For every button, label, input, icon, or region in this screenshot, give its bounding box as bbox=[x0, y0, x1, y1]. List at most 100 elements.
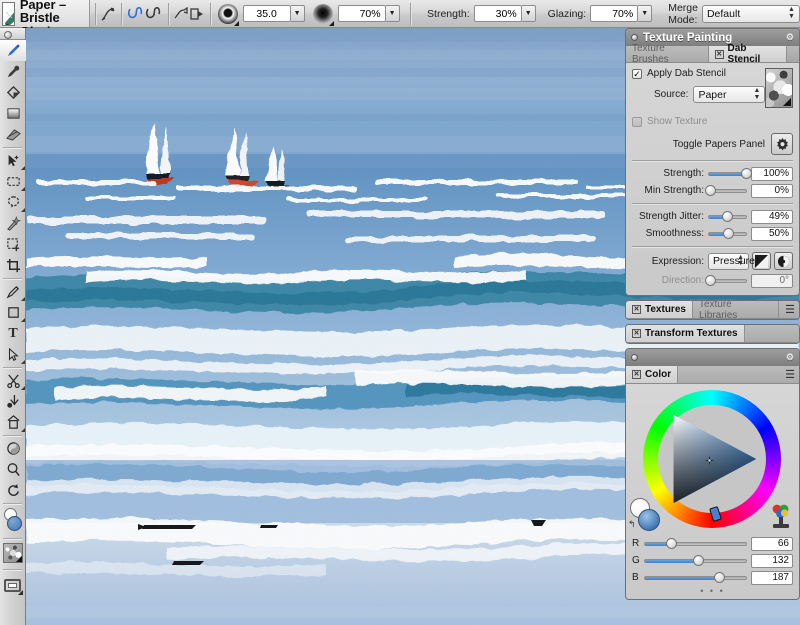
toolbox-grip[interactable] bbox=[0, 28, 25, 40]
brush-opacity-icon[interactable] bbox=[312, 3, 334, 26]
tool-add-point[interactable] bbox=[0, 391, 26, 412]
apply-dab-stencil-checkbox[interactable]: ✓ bbox=[632, 68, 642, 79]
tool-rectangular-selection[interactable] bbox=[0, 171, 26, 192]
chevron-down-icon[interactable]: ▼ bbox=[290, 5, 305, 22]
tool-dropper[interactable] bbox=[0, 61, 26, 82]
dropper-stroke-icon[interactable] bbox=[100, 3, 116, 25]
chevron-down-icon-3[interactable]: ▼ bbox=[521, 5, 536, 22]
strength-field[interactable]: 30% ▼ bbox=[473, 5, 536, 22]
brush-size-icon[interactable] bbox=[217, 3, 239, 26]
brush-opacity-field[interactable]: 70% ▼ bbox=[337, 5, 400, 22]
close-icon-4[interactable]: ✕ bbox=[632, 370, 641, 379]
grab-stroke-icon[interactable] bbox=[173, 3, 189, 25]
tool-magic-wand[interactable] bbox=[0, 213, 26, 234]
tab-color[interactable]: ✕ Color bbox=[626, 366, 679, 383]
tool-rotate-page[interactable] bbox=[0, 480, 26, 501]
brush-size-field[interactable]: 35.0 ▼ bbox=[242, 5, 305, 22]
palette-resize-grip[interactable]: • • • bbox=[632, 587, 793, 596]
tab-transform-textures[interactable]: ✕ Transform Textures bbox=[626, 325, 745, 342]
panel-gear-icon-2[interactable]: ⚙ bbox=[786, 352, 794, 363]
show-texture-checkbox[interactable]: ✓ bbox=[632, 116, 642, 127]
tool-eraser[interactable] bbox=[0, 124, 26, 145]
tool-shape-selection[interactable] bbox=[0, 344, 26, 365]
brush-selector[interactable]: Dab Stencils Paper – Bristle Glazing bbox=[0, 0, 90, 38]
glazing-value[interactable]: 70% bbox=[590, 5, 639, 22]
chevron-down-icon-4[interactable]: ▼ bbox=[638, 5, 653, 22]
swap-colors-icon[interactable]: ↰ bbox=[628, 519, 636, 530]
strength-value[interactable]: 30% bbox=[473, 5, 522, 22]
slider-blue[interactable]: B 187 bbox=[632, 570, 793, 585]
tool-gradient[interactable] bbox=[0, 103, 26, 124]
slider-red[interactable]: R 66 bbox=[632, 536, 793, 551]
tool-shape[interactable] bbox=[0, 302, 26, 323]
palette-menu-icon-2[interactable]: ☰ bbox=[785, 368, 795, 381]
slider-strength-track[interactable] bbox=[708, 167, 753, 180]
slider-min-strength-track[interactable] bbox=[704, 184, 747, 197]
dab-stencil-preview-icon[interactable] bbox=[765, 68, 793, 108]
tool-crop[interactable] bbox=[0, 255, 26, 276]
palette-collapse-icon-2[interactable] bbox=[631, 354, 638, 361]
merge-mode-select[interactable]: Default ▲ ▼ bbox=[701, 4, 800, 23]
tool-scissors[interactable] bbox=[0, 370, 26, 391]
slider-smoothness-value[interactable]: 50% bbox=[751, 226, 793, 241]
slider-strength-jitter-value[interactable]: 49% bbox=[751, 209, 793, 224]
tab-texture-libraries[interactable]: Texture Libraries bbox=[692, 301, 780, 319]
tool-pen[interactable] bbox=[0, 281, 26, 302]
palette-menu-icon[interactable]: ☰ bbox=[785, 303, 795, 316]
palette-collapse-icon[interactable] bbox=[631, 34, 638, 41]
color-cursor-icon[interactable] bbox=[705, 456, 714, 465]
slider-strength-value[interactable]: 100% bbox=[751, 166, 793, 181]
slider-strength-jitter[interactable]: Strength Jitter: 49% bbox=[632, 209, 793, 224]
chevron-down-icon-2[interactable]: ▼ bbox=[385, 5, 400, 22]
clone-color-icon[interactable] bbox=[769, 504, 793, 530]
apply-dab-stencil-row[interactable]: ✓ Apply Dab Stencil bbox=[632, 68, 765, 79]
slider-strength[interactable]: Strength: 100% bbox=[632, 166, 793, 181]
straight-line-stroke-icon[interactable] bbox=[145, 3, 163, 25]
glazing-field[interactable]: 70% ▼ bbox=[590, 5, 653, 22]
slider-green[interactable]: G 132 bbox=[632, 553, 793, 568]
color-swatch-pair[interactable]: ↰ bbox=[628, 498, 666, 532]
gear-icon[interactable] bbox=[771, 133, 793, 155]
tool-paint-bucket[interactable] bbox=[0, 82, 26, 103]
foreground-color-swatch-2[interactable] bbox=[638, 509, 660, 531]
close-icon[interactable]: ✕ bbox=[714, 49, 724, 59]
freehand-stroke-icon[interactable] bbox=[127, 3, 145, 25]
brush-size-value[interactable]: 35.0 bbox=[242, 5, 291, 22]
slider-green-value[interactable]: 132 bbox=[751, 553, 793, 568]
brush-thumb-icon[interactable] bbox=[2, 1, 15, 26]
tool-brush[interactable] bbox=[0, 40, 26, 61]
slider-red-value[interactable]: 66 bbox=[751, 536, 793, 551]
foreground-color-swatch[interactable] bbox=[7, 516, 22, 531]
expression-select[interactable]: Pressure ▲ ▼ bbox=[708, 252, 755, 270]
panel-gear-icon[interactable]: ⚙ bbox=[786, 32, 794, 43]
tab-dab-stencil[interactable]: ✕ Dab Stencil bbox=[708, 43, 787, 65]
slider-strength-jitter-track[interactable] bbox=[708, 210, 747, 223]
record-stroke-icon[interactable] bbox=[189, 3, 205, 25]
tool-lasso[interactable] bbox=[0, 192, 26, 213]
slider-smoothness-track[interactable] bbox=[708, 227, 747, 240]
slider-min-strength[interactable]: Min Strength: 0% bbox=[632, 183, 793, 198]
screen-mode-toggle[interactable] bbox=[0, 572, 25, 598]
tab-texture-brushes[interactable]: Texture Brushes bbox=[626, 43, 709, 65]
close-icon-2[interactable]: ✕ bbox=[632, 305, 641, 314]
tool-magnifier[interactable] bbox=[0, 459, 26, 480]
tool-layer-adjuster[interactable] bbox=[0, 150, 26, 171]
color-palette-titlebar[interactable]: ⚙ bbox=[626, 349, 799, 366]
paper-selector[interactable] bbox=[0, 541, 25, 567]
brush-opacity-value[interactable]: 70% bbox=[337, 5, 386, 22]
direction-dial-icon[interactable] bbox=[774, 252, 793, 270]
slider-min-strength-value[interactable]: 0% bbox=[751, 183, 793, 198]
show-texture-row[interactable]: ✓ Show Texture bbox=[632, 116, 793, 127]
toolbox-color-swatches[interactable] bbox=[0, 506, 25, 536]
tool-divine-proportion[interactable] bbox=[0, 438, 26, 459]
slider-blue-track[interactable] bbox=[644, 571, 747, 584]
close-icon-3[interactable]: ✕ bbox=[632, 329, 641, 338]
slider-green-track[interactable] bbox=[644, 554, 747, 567]
tool-text[interactable]: T bbox=[0, 323, 26, 344]
slider-blue-value[interactable]: 187 bbox=[751, 570, 793, 585]
tool-cloner[interactable] bbox=[0, 412, 26, 433]
tab-textures[interactable]: ✕ Textures bbox=[626, 301, 693, 318]
slider-smoothness[interactable]: Smoothness: 50% bbox=[632, 226, 793, 241]
color-wheel-area[interactable]: ↰ bbox=[626, 384, 799, 534]
source-select[interactable]: Paper ▲ ▼ bbox=[693, 86, 766, 103]
